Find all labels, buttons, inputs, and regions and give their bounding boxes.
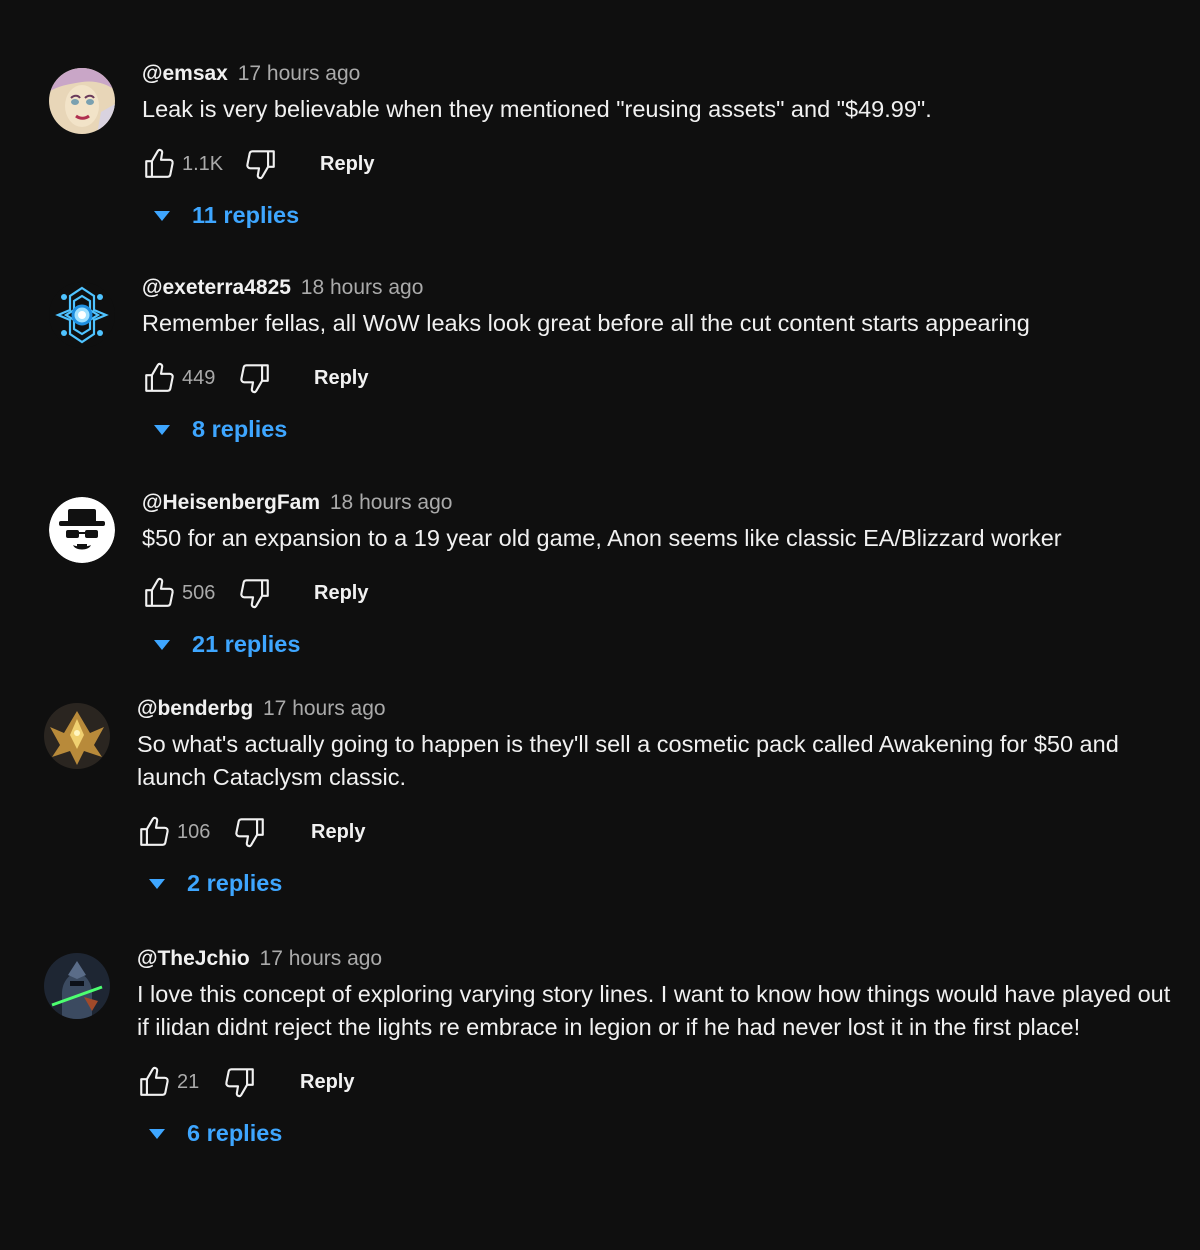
comment-timestamp[interactable]: 17 hours ago <box>238 62 361 85</box>
thumbs-up-icon[interactable] <box>142 576 176 610</box>
thumbs-down-icon[interactable] <box>233 815 267 849</box>
caret-down-icon <box>147 1128 167 1140</box>
reply-button[interactable]: Reply <box>314 366 368 390</box>
replies-count-label[interactable]: 21 replies <box>192 629 300 659</box>
like-count: 21 <box>177 1071 200 1093</box>
reply-button[interactable]: Reply <box>314 581 368 605</box>
comment-text: Leak is very believable when they mentio… <box>142 96 932 122</box>
reply-button[interactable]: Reply <box>311 820 365 844</box>
armored-warrior-avatar-icon <box>44 953 110 1019</box>
thumbs-down-icon[interactable] <box>244 147 278 181</box>
comment-author[interactable]: @emsax <box>142 62 228 85</box>
comment-actions: 1.1K Reply <box>142 142 1176 186</box>
comment-author[interactable]: @TheJchio <box>137 947 250 970</box>
like-count: 1.1K <box>182 153 224 175</box>
thumbs-down-icon[interactable] <box>238 576 272 610</box>
like-count: 506 <box>182 582 216 604</box>
replies-count-label[interactable]: 8 replies <box>192 414 287 444</box>
comment-timestamp[interactable]: 17 hours ago <box>263 697 386 720</box>
comment-actions: 506 Reply <box>142 571 1176 615</box>
view-replies-button[interactable]: 6 replies <box>137 1116 1176 1152</box>
comment-timestamp[interactable]: 17 hours ago <box>260 947 383 970</box>
comment-actions: 106 Reply <box>137 810 1176 854</box>
view-replies-button[interactable]: 21 replies <box>142 627 1176 663</box>
thumbs-up-icon[interactable] <box>142 361 176 395</box>
reply-button[interactable]: Reply <box>320 152 374 176</box>
caret-down-icon <box>152 639 172 651</box>
replies-count-label[interactable]: 6 replies <box>187 1118 282 1148</box>
comment-timestamp[interactable]: 18 hours ago <box>301 276 424 299</box>
replies-count-label[interactable]: 11 replies <box>192 200 299 230</box>
thumbs-down-icon[interactable] <box>223 1065 257 1099</box>
comment-timestamp[interactable]: 18 hours ago <box>330 491 453 514</box>
avatar[interactable] <box>44 953 110 1019</box>
comment-text: I love this concept of exploring varying… <box>137 981 1171 1040</box>
comment-author[interactable]: @HeisenbergFam <box>142 491 320 514</box>
caret-down-icon <box>152 424 172 436</box>
like-count: 106 <box>177 821 211 843</box>
comment-text: Remember fellas, all WoW leaks look grea… <box>142 310 1030 336</box>
view-replies-button[interactable]: 2 replies <box>137 866 1176 902</box>
comment-author[interactable]: @exeterra4825 <box>142 276 291 299</box>
comment-author[interactable]: @benderbg <box>137 697 253 720</box>
view-replies-button[interactable]: 8 replies <box>142 412 1176 448</box>
comment-actions: 449 Reply <box>142 356 1176 400</box>
avatar[interactable] <box>44 703 110 769</box>
replies-count-label[interactable]: 2 replies <box>187 868 282 898</box>
heisenberg-hat-glasses-avatar-icon <box>49 497 115 563</box>
avatar[interactable] <box>49 68 115 134</box>
like-count: 449 <box>182 367 216 389</box>
thumbs-up-icon[interactable] <box>142 147 176 181</box>
thumbs-up-icon[interactable] <box>137 815 171 849</box>
comment-text: So what's actually going to happen is th… <box>137 731 1119 790</box>
comment-text: $50 for an expansion to a 19 year old ga… <box>142 525 1062 551</box>
anime-face-avatar-icon <box>49 68 115 134</box>
view-replies-button[interactable]: 11 replies <box>142 198 1176 234</box>
comment-actions: 21 Reply <box>137 1060 1176 1104</box>
caret-down-icon <box>152 210 172 222</box>
avatar[interactable] <box>49 497 115 563</box>
reply-button[interactable]: Reply <box>300 1070 354 1094</box>
blue-glowing-emblem-avatar-icon <box>49 282 115 348</box>
golden-winged-figure-avatar-icon <box>44 703 110 769</box>
caret-down-icon <box>147 878 167 890</box>
thumbs-down-icon[interactable] <box>238 361 272 395</box>
avatar[interactable] <box>49 282 115 348</box>
thumbs-up-icon[interactable] <box>137 1065 171 1099</box>
